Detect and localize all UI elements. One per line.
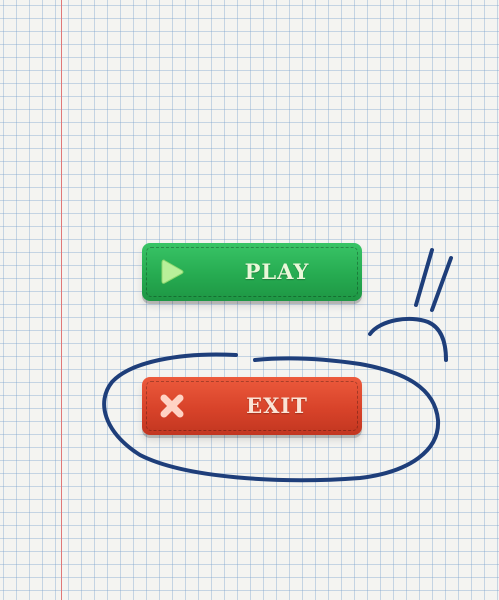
exit-button[interactable]: EXIT	[142, 377, 362, 435]
close-icon	[160, 394, 184, 418]
play-icon	[161, 259, 184, 284]
notebook-margin-line	[61, 0, 62, 600]
exit-button-label: EXIT	[246, 393, 308, 418]
play-button-label: PLAY	[244, 259, 310, 284]
play-button[interactable]: PLAY	[142, 243, 362, 301]
